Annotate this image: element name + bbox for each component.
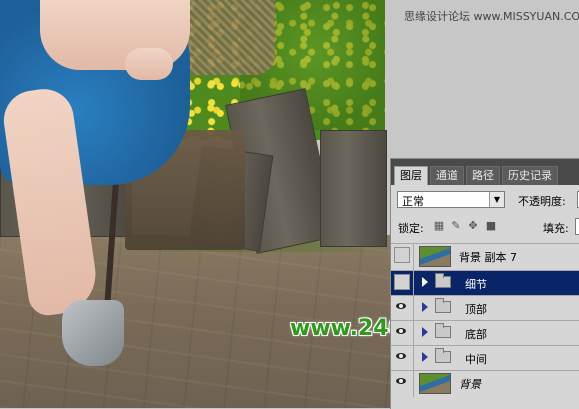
folder-icon — [435, 323, 451, 338]
layer-list: 背景 副本 7 细节顶部底部中间背景 — [391, 243, 579, 397]
tab-3[interactable]: 历史记录 — [502, 166, 558, 185]
layer-name: 中间 — [465, 353, 487, 366]
layer-thumbnail — [419, 246, 451, 267]
chevron-down-icon[interactable]: ▼ — [489, 192, 504, 207]
blend-opacity-row: 正常 ▼ 不透明度: — [391, 189, 579, 211]
folder-icon — [435, 273, 451, 288]
divider — [413, 296, 414, 320]
divider — [413, 346, 414, 370]
visibility-toggle[interactable] — [394, 324, 410, 340]
panel-tabs: 图层 通道 路径 历史记录 — [391, 159, 579, 185]
visibility-toggle[interactable] — [394, 349, 410, 365]
lock-fill-row: 锁定: ▦ ✎ ✥ ■ 填充: — [391, 217, 579, 237]
lock-transparency-icon[interactable]: ▦ — [433, 220, 445, 232]
folder-icon — [435, 298, 451, 313]
lock-all-icon[interactable]: ■ — [485, 220, 497, 232]
watermark-top: 思缘设计论坛 www.MISSYUAN.COM — [404, 10, 579, 23]
layer-row[interactable]: 中间 — [391, 345, 579, 370]
layer-name: 背景 副本 7 — [459, 251, 517, 264]
layer-name: 背景 — [459, 378, 481, 391]
wicker-chair-back — [175, 0, 275, 75]
expand-triangle-icon[interactable] — [422, 302, 428, 312]
layers-panel: 图层 通道 路径 历史记录 正常 ▼ 不透明度: 锁定: ▦ ✎ ✥ ■ 填充: 背景… — [390, 158, 579, 409]
eye-icon — [396, 378, 406, 384]
lock-position-icon[interactable]: ✥ — [467, 220, 479, 232]
hand — [125, 48, 173, 80]
tab-0[interactable]: 图层 — [394, 166, 428, 185]
divider — [413, 244, 414, 270]
visibility-toggle[interactable] — [394, 374, 410, 390]
folder-icon — [435, 348, 451, 363]
expand-triangle-icon[interactable] — [422, 327, 428, 337]
divider — [413, 371, 414, 397]
eye-icon — [396, 353, 406, 359]
layer-name: 底部 — [465, 328, 487, 341]
expand-triangle-icon[interactable] — [422, 277, 428, 287]
fill-input[interactable] — [575, 218, 579, 235]
high-heel-shoe — [62, 300, 124, 366]
layer-row[interactable]: 底部 — [391, 320, 579, 345]
layer-row[interactable]: 顶部 — [391, 295, 579, 320]
layer-row[interactable]: 背景 — [391, 370, 579, 397]
workspace-background — [385, 0, 579, 160]
divider — [413, 321, 414, 345]
tab-1[interactable]: 通道 — [430, 166, 464, 185]
fill-label: 填充: — [543, 222, 569, 235]
visibility-toggle[interactable] — [394, 299, 410, 315]
layer-thumbnail — [419, 373, 451, 394]
lock-label: 锁定: — [398, 222, 424, 235]
eye-icon — [396, 328, 406, 334]
layer-name: 细节 — [465, 278, 487, 291]
eye-icon — [396, 303, 406, 309]
wooden-log — [320, 130, 387, 247]
opacity-label: 不透明度: — [518, 195, 566, 208]
blend-mode-select[interactable]: 正常 ▼ — [397, 191, 505, 208]
divider — [413, 271, 414, 295]
layer-name: 顶部 — [465, 303, 487, 316]
lock-paint-icon[interactable]: ✎ — [450, 220, 462, 232]
blend-mode-value: 正常 — [402, 195, 424, 208]
visibility-toggle[interactable] — [394, 247, 410, 263]
layer-row[interactable]: 细节 — [391, 270, 579, 295]
layer-row[interactable]: 背景 副本 7 — [391, 243, 579, 270]
visibility-toggle[interactable] — [394, 274, 410, 290]
expand-triangle-icon[interactable] — [422, 352, 428, 362]
tab-2[interactable]: 路径 — [466, 166, 500, 185]
